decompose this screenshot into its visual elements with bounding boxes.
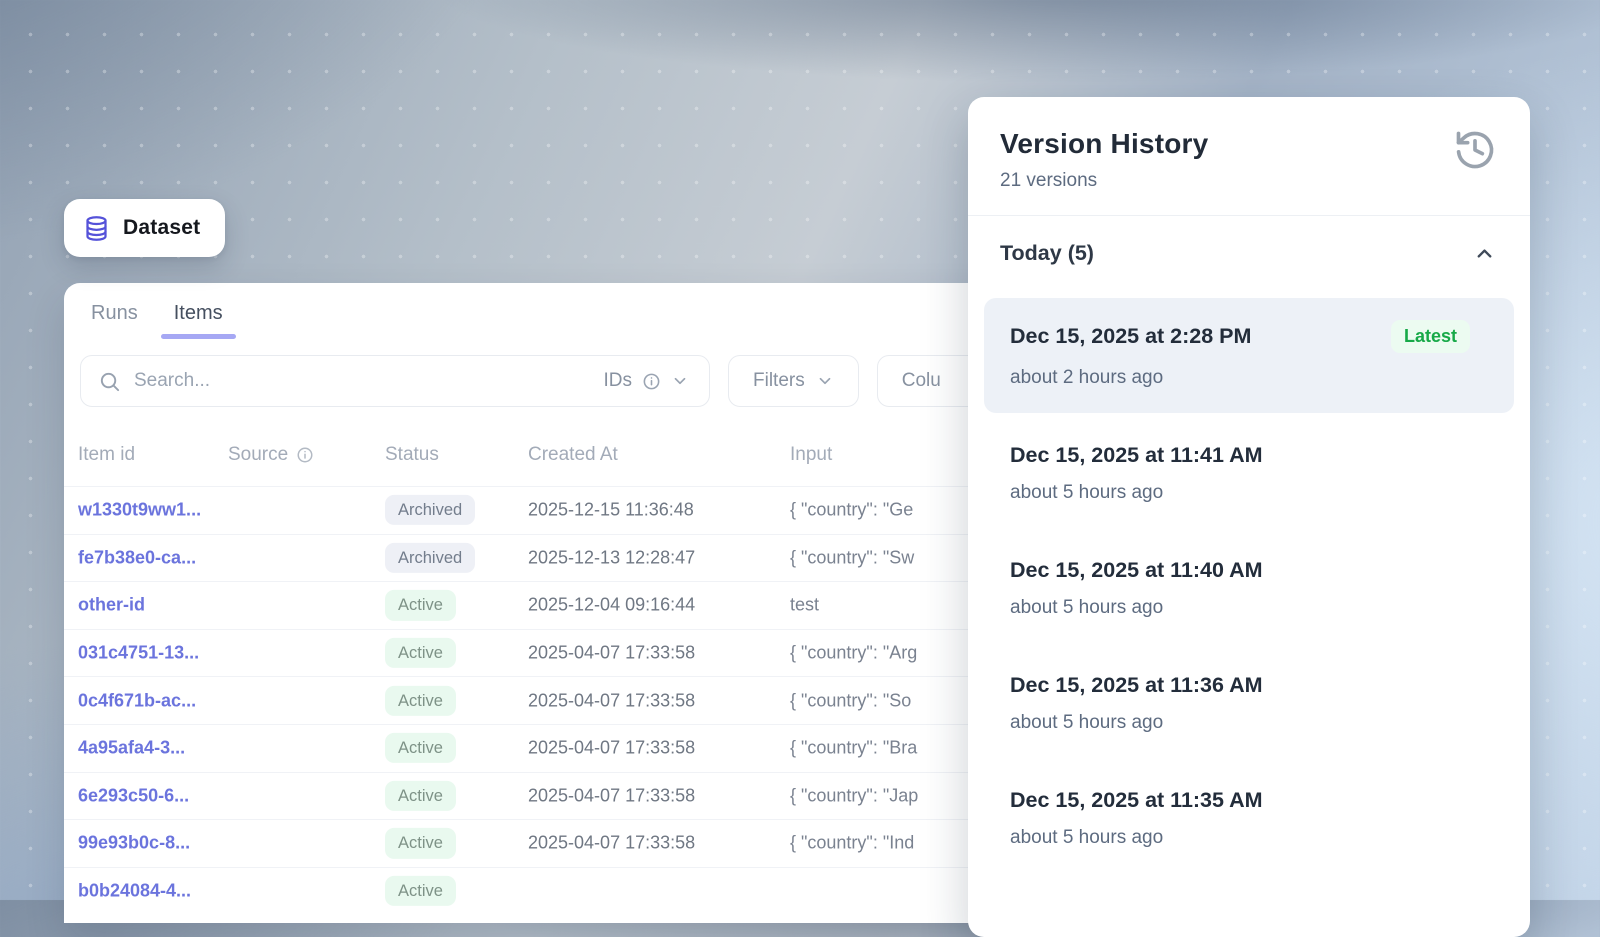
version-entry-title: Dec 15, 2025 at 11:36 AM bbox=[1010, 673, 1263, 698]
table-row[interactable]: 6e293c50-6... Active 2025-04-07 17:33:58… bbox=[64, 772, 1074, 820]
input-preview: { "country": "Arg bbox=[790, 643, 917, 664]
version-entry-title: Dec 15, 2025 at 11:40 AM bbox=[1010, 558, 1263, 583]
column-header-input: Input bbox=[790, 444, 832, 466]
search-icon bbox=[98, 370, 121, 393]
version-entry[interactable]: Dec 15, 2025 at 11:41 AM about 5 hours a… bbox=[984, 421, 1514, 528]
chevron-up-icon[interactable] bbox=[1473, 242, 1496, 265]
version-entry[interactable]: Dec 15, 2025 at 11:40 AM about 5 hours a… bbox=[984, 536, 1514, 643]
version-history-title: Version History bbox=[1000, 128, 1498, 160]
table-row[interactable]: other-id Active 2025-12-04 09:16:44 test bbox=[64, 581, 1074, 629]
status-badge: Active bbox=[385, 638, 456, 668]
version-count: 21 versions bbox=[1000, 170, 1498, 192]
version-entry-age: about 5 hours ago bbox=[1010, 597, 1488, 619]
table-row[interactable]: 031c4751-13... Active 2025-04-07 17:33:5… bbox=[64, 629, 1074, 677]
dataset-items-card: Runs Items IDs bbox=[64, 283, 1074, 923]
columns-button-label: Colu bbox=[902, 370, 941, 392]
created-at: 2025-12-13 12:28:47 bbox=[528, 547, 695, 568]
dataset-chip-label: Dataset bbox=[123, 216, 200, 240]
info-icon[interactable] bbox=[642, 372, 661, 391]
version-entry-title: Dec 15, 2025 at 2:28 PM bbox=[1010, 324, 1251, 349]
version-entry-age: about 5 hours ago bbox=[1010, 712, 1488, 734]
input-preview: { "country": "Bra bbox=[790, 738, 917, 759]
version-history-panel: Version History 21 versions Today (5) De… bbox=[968, 97, 1530, 937]
table-row[interactable]: w1330t9ww1... Archived 2025-12-15 11:36:… bbox=[64, 486, 1074, 534]
created-at: 2025-12-04 09:16:44 bbox=[528, 595, 695, 616]
status-badge: Active bbox=[385, 686, 456, 716]
version-entry[interactable]: Dec 15, 2025 at 11:35 AM about 5 hours a… bbox=[984, 766, 1514, 873]
chevron-down-icon bbox=[671, 372, 689, 390]
version-history-header: Version History 21 versions bbox=[968, 97, 1530, 216]
table-row[interactable]: 0c4f671b-ac... Active 2025-04-07 17:33:5… bbox=[64, 676, 1074, 724]
item-id-link[interactable]: 4a95afa4-3... bbox=[78, 738, 185, 759]
status-badge: Active bbox=[385, 876, 456, 906]
item-id-link[interactable]: 99e93b0c-8... bbox=[78, 833, 190, 854]
search-input[interactable] bbox=[134, 370, 591, 392]
version-entry-age: about 2 hours ago bbox=[1010, 367, 1470, 389]
column-header-item-id: Item id bbox=[78, 444, 135, 466]
column-header-created-at: Created At bbox=[528, 444, 618, 466]
status-badge: Active bbox=[385, 828, 456, 858]
latest-badge: Latest bbox=[1391, 320, 1470, 353]
status-badge: Active bbox=[385, 733, 456, 763]
version-entry-age: about 5 hours ago bbox=[1010, 482, 1488, 504]
filters-button-label: Filters bbox=[753, 370, 805, 392]
database-icon bbox=[83, 215, 110, 242]
item-id-link[interactable]: b0b24084-4... bbox=[78, 881, 191, 902]
table-toolbar: IDs Filters bbox=[80, 355, 1027, 407]
tab-bar: Runs Items bbox=[64, 283, 1074, 339]
version-entry-title: Dec 15, 2025 at 11:41 AM bbox=[1010, 443, 1263, 468]
column-header-status: Status bbox=[385, 444, 439, 466]
chevron-down-icon bbox=[816, 372, 834, 390]
info-icon[interactable] bbox=[296, 446, 314, 464]
item-id-link[interactable]: fe7b38e0-ca... bbox=[78, 547, 196, 568]
version-entry[interactable]: Dec 15, 2025 at 2:28 PM Latest about 2 h… bbox=[984, 298, 1514, 413]
input-preview: { "country": "Ge bbox=[790, 500, 913, 521]
tab-runs[interactable]: Runs bbox=[91, 302, 138, 339]
status-badge: Active bbox=[385, 781, 456, 811]
version-group-label: Today (5) bbox=[1000, 241, 1094, 266]
item-id-link[interactable]: 0c4f671b-ac... bbox=[78, 690, 196, 711]
input-preview: test bbox=[790, 595, 819, 616]
input-preview: { "country": "So bbox=[790, 690, 911, 711]
version-entry-title: Dec 15, 2025 at 11:35 AM bbox=[1010, 788, 1263, 813]
status-badge: Archived bbox=[385, 543, 475, 573]
item-id-link[interactable]: other-id bbox=[78, 595, 145, 616]
created-at: 2025-12-15 11:36:48 bbox=[528, 500, 694, 521]
version-entry-age: about 5 hours ago bbox=[1010, 827, 1488, 849]
item-id-link[interactable]: 031c4751-13... bbox=[78, 643, 199, 664]
version-entry-list: Dec 15, 2025 at 2:28 PM Latest about 2 h… bbox=[968, 278, 1530, 873]
dataset-chip[interactable]: Dataset bbox=[64, 199, 225, 257]
input-preview: { "country": "Jap bbox=[790, 785, 918, 806]
created-at: 2025-04-07 17:33:58 bbox=[528, 785, 695, 806]
column-header-source: Source bbox=[228, 444, 314, 466]
history-clock-icon bbox=[1453, 128, 1497, 172]
table-row[interactable]: fe7b38e0-ca... Archived 2025-12-13 12:28… bbox=[64, 534, 1074, 582]
filters-button[interactable]: Filters bbox=[728, 355, 859, 407]
ids-dropdown-label: IDs bbox=[604, 370, 633, 392]
table-header: Item id Source Status Created At Input bbox=[64, 435, 1074, 475]
input-preview: { "country": "Ind bbox=[790, 833, 914, 854]
search-box[interactable]: IDs bbox=[80, 355, 710, 407]
version-entry[interactable]: Dec 15, 2025 at 11:36 AM about 5 hours a… bbox=[984, 651, 1514, 758]
tab-items[interactable]: Items bbox=[174, 302, 223, 339]
input-preview: { "country": "Sw bbox=[790, 547, 914, 568]
item-id-link[interactable]: w1330t9ww1... bbox=[78, 500, 201, 521]
ids-dropdown[interactable]: IDs bbox=[604, 370, 690, 392]
created-at: 2025-04-07 17:33:58 bbox=[528, 643, 695, 664]
item-id-link[interactable]: 6e293c50-6... bbox=[78, 785, 189, 806]
version-group-today[interactable]: Today (5) bbox=[968, 216, 1530, 278]
created-at: 2025-04-07 17:33:58 bbox=[528, 738, 695, 759]
status-badge: Active bbox=[385, 590, 456, 620]
status-badge: Archived bbox=[385, 495, 475, 525]
created-at: 2025-04-07 17:33:58 bbox=[528, 690, 695, 711]
table-row[interactable]: 99e93b0c-8... Active 2025-04-07 17:33:58… bbox=[64, 819, 1074, 867]
created-at: 2025-04-07 17:33:58 bbox=[528, 833, 695, 854]
table-row[interactable]: 4a95afa4-3... Active 2025-04-07 17:33:58… bbox=[64, 724, 1074, 772]
table-row[interactable]: b0b24084-4... Active bbox=[64, 867, 1074, 915]
table-body: w1330t9ww1... Archived 2025-12-15 11:36:… bbox=[64, 486, 1074, 914]
